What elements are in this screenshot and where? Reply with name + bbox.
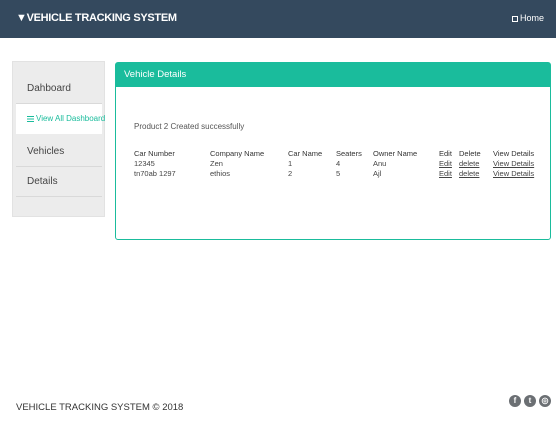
list-icon [27, 115, 34, 122]
panel-title: Vehicle Details [116, 63, 550, 87]
facebook-icon[interactable]: f [509, 395, 521, 407]
sidebar-item-view-all-dashboard[interactable]: View All Dashboard [16, 104, 106, 134]
home-label: Home [519, 13, 544, 23]
sidebar: Dahboard View All Dashboard Vehicles Det… [12, 61, 105, 217]
column-header: Car Number [134, 149, 175, 158]
seaters-cell: 5 [336, 169, 341, 178]
table-header-row: Car Number Company Name Car Name Seaters… [133, 149, 556, 159]
success-message: Product 2 Created successfully [134, 122, 245, 131]
view-details-link[interactable]: View Details [493, 159, 534, 168]
car-number-cell: 12345 [134, 159, 155, 168]
delete-link[interactable]: delete [459, 159, 479, 168]
view-details-link[interactable]: View Details [493, 169, 534, 178]
home-link[interactable]: Home [511, 13, 544, 23]
owner-name-cell: Ajl [373, 169, 382, 178]
column-header: Company Name [210, 149, 265, 158]
car-number-cell: tn70ab 1297 [134, 169, 176, 178]
edit-link[interactable]: Edit [439, 169, 452, 178]
column-header: Delete [459, 149, 481, 158]
instagram-icon[interactable]: ◎ [539, 395, 551, 407]
column-header: Edit [439, 149, 452, 158]
sidebar-item-label: Details [27, 176, 58, 187]
sidebar-item-dashboard[interactable]: Dahboard [16, 74, 102, 104]
company-name-cell: ethios [210, 169, 231, 178]
brand-title[interactable]: ▼VEHICLE TRACKING SYSTEM [16, 12, 177, 24]
delete-link[interactable]: delete [459, 169, 479, 178]
twitter-icon[interactable]: t [524, 395, 536, 407]
column-header: Car Name [288, 149, 323, 158]
sidebar-item-label: Dahboard [27, 83, 71, 94]
sidebar-item-details[interactable]: Details [16, 167, 102, 197]
table-row: tn70ab 1297 ethios 2 5 Ajl Edit delete View Det… [133, 169, 556, 179]
column-header: View Details [493, 149, 535, 158]
home-icon [511, 15, 518, 22]
column-header: Seaters [336, 149, 362, 158]
car-name-cell: 2 [288, 169, 293, 178]
footer-copyright: VEHICLE TRACKING SYSTEM © 2018 [16, 402, 184, 413]
top-navbar: ▼VEHICLE TRACKING SYSTEM Home [0, 0, 556, 38]
seaters-cell: 4 [336, 159, 341, 168]
sidebar-item-label: Vehicles [27, 146, 65, 157]
vehicle-details-panel: Vehicle Details Product 2 Created succes… [115, 62, 551, 240]
column-header: Owner Name [373, 149, 418, 158]
table-row: 12345 Zen 1 4 Anu Edit delete View Details [133, 159, 556, 169]
sidebar-item-label: View All Dashboard [36, 114, 106, 123]
owner-name-cell: Anu [373, 159, 387, 168]
edit-link[interactable]: Edit [439, 159, 452, 168]
company-name-cell: Zen [210, 159, 223, 168]
car-name-cell: 1 [288, 159, 293, 168]
sidebar-item-vehicles[interactable]: Vehicles [16, 137, 102, 167]
